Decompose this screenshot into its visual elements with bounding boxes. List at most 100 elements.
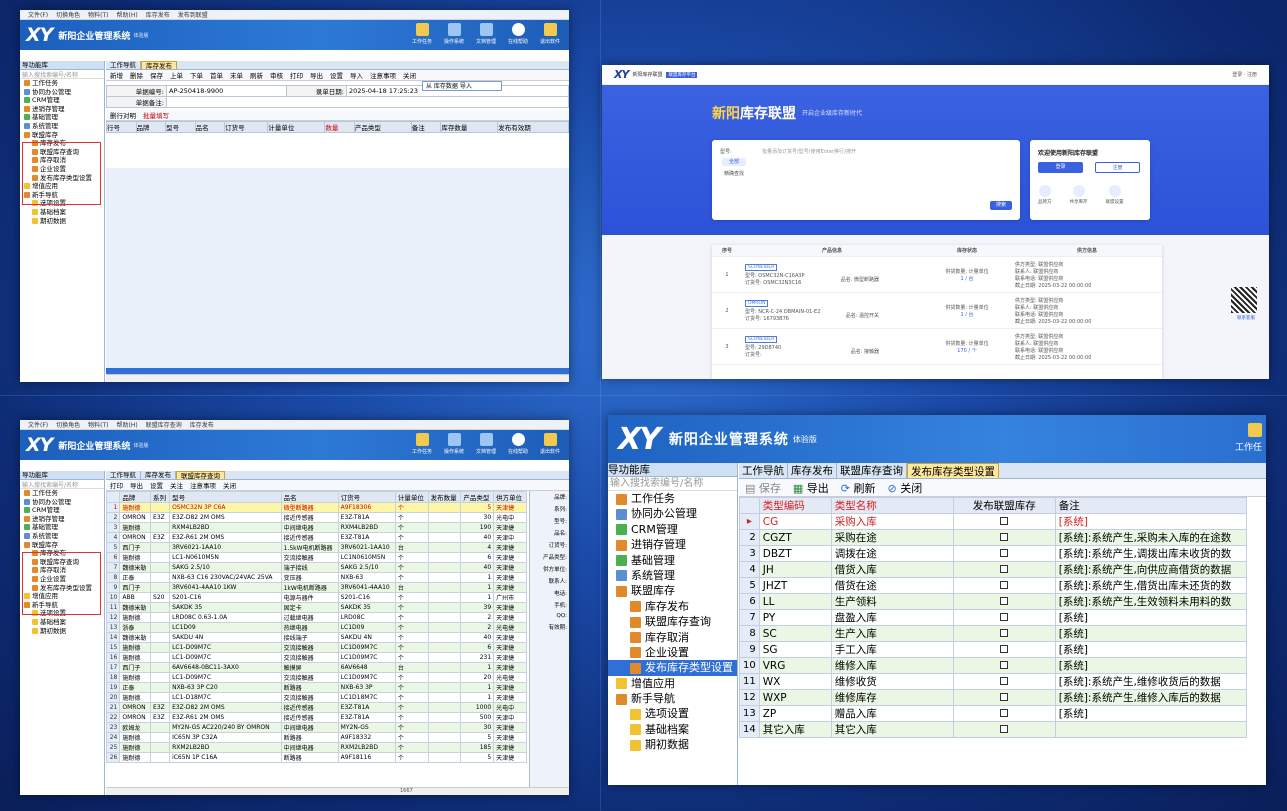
type-name-cell[interactable]: 赠品入库 (830, 705, 954, 722)
menu-material[interactable]: 物料(T) (88, 420, 108, 429)
table-row[interactable]: 1 施耐德 OSMC32N 3P C6A 微型断路器 A9F18306 个 5 天津捷 (106, 502, 527, 513)
type-code-cell[interactable]: JH (758, 561, 832, 578)
menu-file[interactable]: 文件(F) (28, 10, 48, 19)
type-name-cell[interactable]: 维修入库 (830, 657, 954, 674)
exit-button[interactable]: 退出软件 (537, 23, 563, 45)
sidebar-item-0[interactable]: 工作任务 (20, 489, 104, 498)
column-header-9[interactable]: 库存数量 (440, 121, 499, 133)
type-name-cell[interactable]: 维修收货 (830, 673, 954, 690)
sidebar-item-6[interactable]: 联盟库存 (608, 583, 737, 598)
table-row[interactable]: 19 正泰 NXB-63 3P C20 断路器 NXB-63 3P 个 1 天津捷 (106, 682, 527, 693)
table-row[interactable]: 10 ABB S20 S201-C16 电源与器件 S201-C16 个 1 广州市 (106, 592, 527, 603)
table-row[interactable]: 4 JH 借货入库 [系统]:系统产生,向供应商借货的数据 (739, 561, 1248, 578)
tab-type-settings[interactable]: 发布库存类型设置 (907, 463, 999, 478)
tab-work-nav[interactable]: 工作导航 (739, 463, 788, 478)
column-header-10[interactable]: 发布有效期 (497, 121, 569, 133)
sidebar-search[interactable]: 输入搜找索编号/名称 (20, 480, 104, 489)
publish-checkbox[interactable] (1000, 596, 1009, 605)
table-row[interactable]: 5 西门子 3RV6021-1AA10 1.5kW电机断路器 3RV6021-1AA10… (106, 542, 527, 553)
publish-checkbox[interactable] (1000, 676, 1009, 685)
column-header-1[interactable]: 品牌 (135, 121, 167, 133)
type-name-cell[interactable]: 采购入库 (830, 513, 954, 530)
sidebar-item-2[interactable]: CRM管理 (608, 522, 737, 537)
col-type-code[interactable]: 类型编码 (758, 497, 832, 514)
sidebar-item-1[interactable]: 协同办公管理 (20, 498, 104, 507)
sidebar-item-4[interactable]: 基础管理 (20, 523, 104, 532)
delete-row-button[interactable]: 删行对明 (110, 110, 136, 120)
table-row[interactable]: 7 魏德米勒 SAKG 2.5/10 端子接线 SAKG 2.5/10 个 40 天津捷 (106, 562, 527, 573)
column-header-5[interactable]: 计量单位 (394, 491, 429, 503)
menu-stock-publish[interactable]: 库存发布 (190, 420, 214, 429)
table-row[interactable]: 4 OMRON E3Z E3Z-R61 2M OMS 接近传感器 E3Z-T81A 个 40 天… (106, 532, 527, 543)
docs-button[interactable]: 文档管理 (473, 433, 499, 455)
menu-publish-union[interactable]: 发布到联盟 (178, 10, 208, 19)
sidebar-item-12[interactable]: 增值应用 (608, 676, 737, 691)
result-row[interactable]: 2 OMRON 型号: NCR-C-24 DBMAIN-01-E2 订货号: 1679… (712, 292, 1162, 329)
toolbar-button-2[interactable]: 设置 (150, 480, 163, 490)
table-row[interactable]: 3 DBZT 调拨在途 [系统]:系统产生,调拨出库未收货的数 (739, 545, 1248, 562)
sidebar-item-2[interactable]: CRM管理 (20, 96, 104, 105)
col-remark[interactable]: 备注 (1054, 497, 1248, 514)
sidebar-item-4[interactable]: 基础管理 (20, 113, 104, 122)
publish-checkbox[interactable] (1000, 516, 1009, 525)
work-task-button[interactable]: 工作任务 (409, 23, 435, 45)
publish-checkbox[interactable] (1000, 548, 1009, 557)
type-code-cell[interactable]: ZP (758, 705, 832, 722)
sidebar-item-2[interactable]: CRM管理 (20, 506, 104, 515)
table-row[interactable]: 11 WX 维修收货 [系统]:系统产生,维修收货后的数据 (739, 673, 1248, 690)
table-row[interactable]: 12 施耐德 LRD08C 0.63-1.0A 过载继电器 LRD08C 个 2 天津捷 (106, 612, 527, 623)
close-button[interactable]: ⊘ 关闭 (888, 480, 923, 496)
sidebar-item-5[interactable]: 系统管理 (608, 568, 737, 583)
type-code-cell[interactable]: CG (758, 513, 832, 530)
table-row[interactable]: 24 施耐德 IC65N 3P C32A 断路器 A9F18332 个 5 天津捷 (106, 732, 527, 743)
column-header-7[interactable]: 产品类型 (353, 121, 412, 133)
toolbar-button-6[interactable]: 末单 (230, 70, 243, 80)
col-publish[interactable]: 发布联盟库存 (952, 497, 1056, 514)
docs-button[interactable]: 文档管理 (473, 23, 499, 45)
column-header-4[interactable]: 订货号 (224, 121, 269, 133)
sidebar-search[interactable]: 输入搜找索编号/名称 (608, 477, 737, 491)
type-code-cell[interactable]: SG (758, 641, 832, 658)
type-code-cell[interactable]: DBZT (758, 545, 832, 562)
refresh-button[interactable]: ⟳ 刷新 (841, 480, 876, 496)
table-row[interactable]: 7 PY 盘盈入库 [系统] (739, 609, 1248, 626)
import-menu[interactable]: 从 库存数据 导入 (422, 81, 502, 91)
toolbar-button-10[interactable]: 导出 (310, 70, 323, 80)
table-row[interactable]: 21 OMRON E3Z E3Z-D82 2M OMS 接近传感器 E3Z-T81A 个 10… (106, 702, 527, 713)
column-header-3[interactable]: 品名 (194, 121, 226, 133)
tab-stock-publish[interactable]: 库存发布 (141, 61, 177, 70)
type-name-cell[interactable]: 调拨在途 (830, 545, 954, 562)
column-header-7[interactable]: 产品类型 (460, 491, 495, 503)
table-row[interactable]: 13 ZP 赠品入库 [系统] (739, 705, 1248, 722)
type-code-cell[interactable]: JHZT (758, 577, 832, 594)
sidebar-item-15[interactable]: 基础档案 (20, 208, 104, 217)
toolbar-button-0[interactable]: 新增 (110, 70, 123, 80)
toolbar-button-4[interactable]: 注意事项 (190, 480, 216, 490)
operation-button[interactable]: 操作系统 (441, 433, 467, 455)
table-row[interactable]: 9 SG 手工入库 [系统] (739, 641, 1248, 658)
column-header-3[interactable]: 品名 (280, 491, 339, 503)
toolbar-button-3[interactable]: 上单 (170, 70, 183, 80)
table-row[interactable]: 13 浙泰 LC1D09 热继电器 LC1D09 个 2 光电捷 (106, 622, 527, 633)
table-row[interactable]: 8 正泰 NXB-63 C16 230VAC/24VAC 25VA 变压器 NXB-63… (106, 572, 527, 583)
sidebar-search[interactable]: 输入搜找索编号/名称 (20, 70, 104, 79)
quick-settings[interactable]: 联盟设置 (1106, 185, 1124, 205)
help-button[interactable]: 在线帮助 (505, 433, 531, 455)
table-row[interactable]: 2 CGZT 采购在途 [系统]:系统产生,采购未入库的在途数 (739, 529, 1248, 546)
tab-work-nav[interactable]: 工作导航 (106, 61, 141, 69)
work-task-button[interactable]: 工作任务 (409, 433, 435, 455)
sidebar-item-16[interactable]: 期初数据 (20, 217, 104, 226)
menu-stock-publish[interactable]: 库存发布 (146, 10, 170, 19)
type-code-cell[interactable]: 其它入库 (758, 721, 832, 738)
toolbar-button-3[interactable]: 关注 (170, 480, 183, 490)
type-code-cell[interactable]: WX (758, 673, 832, 690)
remark-field[interactable] (166, 96, 569, 108)
table-row[interactable]: 12 WXP 维修库存 [系统]:系统产生,维修入库后的数据 (739, 689, 1248, 706)
tab-work-nav[interactable]: 工作导航 (106, 471, 141, 479)
table-row[interactable]: 5 JHZT 借货在途 [系统]:系统产生,借货出库未还货的数 (739, 577, 1248, 594)
publish-checkbox[interactable] (1000, 564, 1009, 573)
type-code-cell[interactable]: SC (758, 625, 832, 642)
sidebar-item-0[interactable]: 工作任务 (20, 79, 104, 88)
sidebar-item-13[interactable]: 新手导航 (608, 691, 737, 706)
column-header-6[interactable]: 数量 (324, 121, 355, 133)
